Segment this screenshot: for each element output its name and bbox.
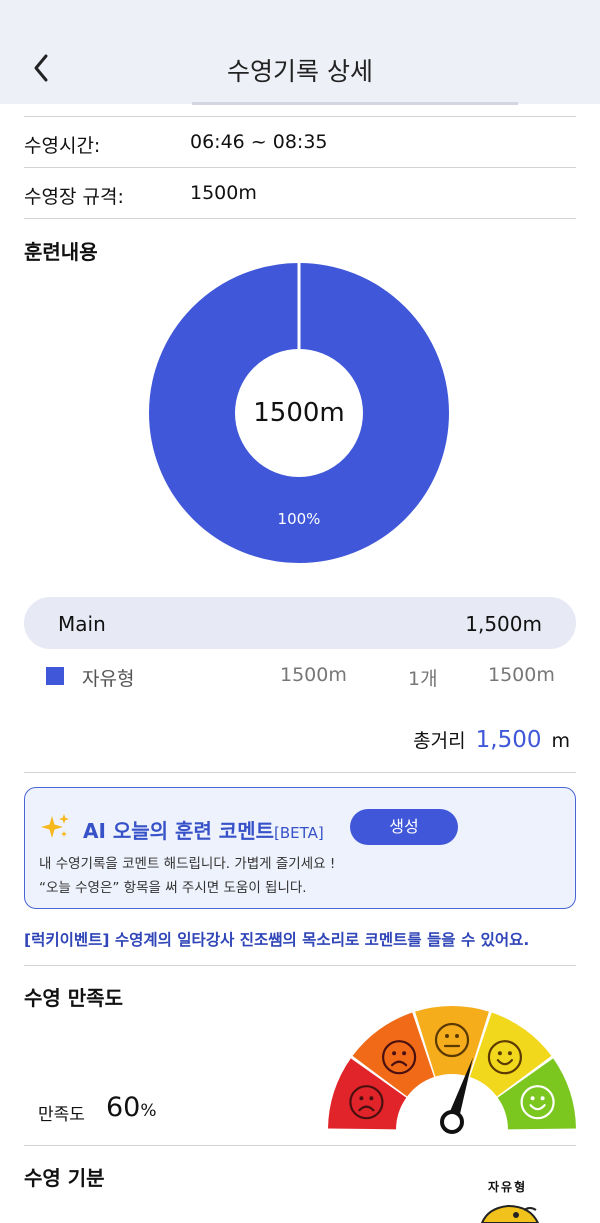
satisfaction-number: 60 [106,1092,141,1123]
mood-character-icon [480,1204,540,1223]
ai-comment-desc-line2: “오늘 수영은” 항목을 써 주시면 도움이 됩니다. [39,880,307,896]
training-donut-chart: 1500m 100% [148,262,450,564]
stroke-distance: 1500m [280,664,347,686]
page-title: 수영기록 상세 [227,57,373,86]
mood-tag: 자유형 [488,1180,528,1194]
total-distance-label: 총거리 [413,730,466,752]
swim-time-row: 수영시간: 06:46 ~ 08:35 [24,116,576,168]
pool-size-row: 수영장 규격: 1500m [24,167,576,219]
generate-comment-button[interactable]: 생성 [350,809,458,845]
stroke-count: 1개 [408,668,438,690]
satisfaction-value: 60% [106,1092,157,1123]
swim-time-value: 06:46 ~ 08:35 [190,131,328,153]
satisfaction-label: 만족도 [38,1105,85,1125]
divider [24,218,576,219]
satisfaction-gauge [328,1006,576,1134]
ai-comment-card: AI 오늘의 훈련 코멘트[BETA] 생성 내 수영기록을 코멘트 해드립니다… [24,787,576,909]
training-title: 훈련내용 [24,240,98,264]
divider [24,772,576,773]
stroke-total: 1500m [488,664,555,686]
app-header: 수영기록 상세 [0,0,600,105]
satisfaction-unit: % [140,1101,157,1121]
pool-size-label: 수영장 규격: [24,186,124,208]
divider [24,1145,576,1146]
stroke-row: 자유형 1500m 1개 1500m [24,660,576,692]
main-set-bar[interactable]: Main 1,500m [24,597,576,649]
swim-time-label: 수영시간: [24,135,101,157]
main-set-name: Main [58,612,106,636]
pool-size-value: 1500m [190,182,257,204]
sparkle-icon [41,814,69,838]
lucky-event-link[interactable]: [럭키이벤트] 수영계의 일타강사 진조쌤의 목소리로 코멘트를 들을 수 있어… [24,928,529,950]
mood-title: 수영 기분 [24,1166,105,1190]
donut-percent-label: 100% [277,510,321,528]
divider [24,965,576,966]
stroke-color-swatch [46,667,64,685]
beta-badge: [BETA] [274,824,324,842]
scroll-indicator [192,102,518,105]
ai-comment-title: AI 오늘의 훈련 코멘트[BETA] [83,815,324,844]
ai-comment-title-text: AI 오늘의 훈련 코멘트 [83,819,275,843]
total-distance-unit: m [551,730,570,752]
total-distance-value: 1,500 [475,727,542,753]
donut-center-label: 1500m [253,398,345,428]
stroke-name: 자유형 [82,668,135,690]
gauge-needle-hub [440,1110,464,1134]
satisfaction-title: 수영 만족도 [24,986,123,1010]
main-set-distance: 1,500m [465,612,542,636]
ai-comment-desc-line1: 내 수영기록을 코멘트 해드립니다. 가볍게 즐기세요 ! [39,856,336,872]
total-distance: 총거리 1,500 m [413,726,570,760]
